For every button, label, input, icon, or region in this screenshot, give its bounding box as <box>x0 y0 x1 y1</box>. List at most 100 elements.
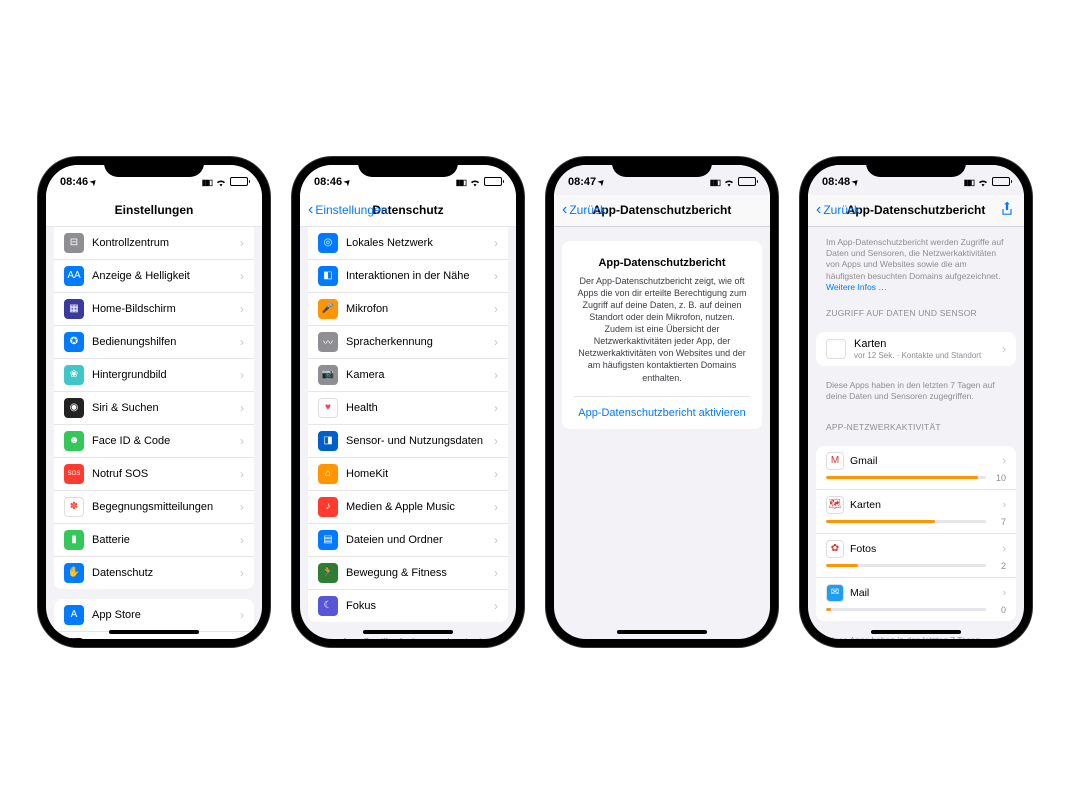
row-label: Bewegung & Fitness <box>346 567 494 579</box>
row-label: Notruf SOS <box>92 468 240 480</box>
settings-row[interactable]: SOS Notruf SOS › <box>54 458 254 491</box>
section-header: APP-NETZWERKAKTIVITÄT <box>816 412 1016 436</box>
location-icon <box>344 176 352 188</box>
home-indicator[interactable] <box>109 630 199 634</box>
share-button[interactable] <box>1000 201 1014 220</box>
signal-icon <box>202 176 212 188</box>
app-icon: ◨ <box>318 431 338 451</box>
chevron-right-icon: › <box>494 368 498 382</box>
chevron-right-icon: › <box>240 302 244 316</box>
row-label: Health <box>346 402 494 414</box>
activity-row[interactable]: ✉ Mail › 0 <box>816 578 1016 621</box>
settings-row[interactable]: 🏃 Bewegung & Fitness › <box>308 557 508 590</box>
back-button[interactable]: ‹Zurück <box>816 202 860 218</box>
back-button[interactable]: ‹Einstellungen <box>308 202 387 218</box>
activity-row[interactable]: ✿ Fotos › 2 <box>816 534 1016 578</box>
chevron-right-icon: › <box>240 467 244 481</box>
settings-row[interactable]: 🎤 Mikrofon › <box>308 293 508 326</box>
settings-row[interactable]: ◧ Interaktionen in der Nähe › <box>308 260 508 293</box>
settings-row[interactable]: ◨ Sensor- und Nutzungsdaten › <box>308 425 508 458</box>
app-icon: ♪ <box>318 497 338 517</box>
settings-row[interactable]: ▤ Dateien und Ordner › <box>308 524 508 557</box>
app-icon: ◎ <box>318 233 338 253</box>
activity-row[interactable]: M Gmail › 10 <box>816 446 1016 490</box>
settings-row[interactable]: ⊟ Kontrollzentrum › <box>54 227 254 260</box>
settings-row[interactable]: ◉ Siri & Suchen › <box>54 392 254 425</box>
activate-link[interactable]: App-Datenschutzbericht aktivieren <box>574 396 750 419</box>
status-time: 08:46 <box>60 176 88 188</box>
status-time: 08:46 <box>314 176 342 188</box>
app-icon: ▮ <box>64 530 84 550</box>
settings-row[interactable]: ✽ Begegnungsmitteilungen › <box>54 491 254 524</box>
settings-row[interactable]: ⌂ HomeKit › <box>308 458 508 491</box>
settings-row[interactable]: 📷 Kamera › <box>308 359 508 392</box>
home-indicator[interactable] <box>363 630 453 634</box>
location-icon <box>598 176 606 188</box>
battery-icon <box>484 177 502 186</box>
more-link[interactable]: Weitere Infos … <box>826 282 887 292</box>
chevron-right-icon: › <box>494 599 498 613</box>
notch <box>104 157 204 177</box>
chevron-right-icon: › <box>240 533 244 547</box>
chevron-right-icon: › <box>1002 499 1006 511</box>
settings-row[interactable]: ♪ Medien & Apple Music › <box>308 491 508 524</box>
data-access-row[interactable]: 🗺 Karten vor 12 Sek. · Kontakte und Stan… <box>816 332 1016 366</box>
settings-row[interactable]: ☻ Face ID & Code › <box>54 425 254 458</box>
app-icon: 〰 <box>318 332 338 352</box>
settings-row[interactable]: AA Anzeige & Helligkeit › <box>54 260 254 293</box>
row-label: Lokales Netzwerk <box>346 237 494 249</box>
settings-row[interactable]: ♥ Health › <box>308 392 508 425</box>
settings-row[interactable]: ✪ Bedienungshilfen › <box>54 326 254 359</box>
settings-row[interactable]: ✋ Datenschutz › <box>54 557 254 589</box>
chevron-right-icon: › <box>240 566 244 580</box>
nav-header: ‹Einstellungen Datenschutz <box>300 195 516 227</box>
notch <box>866 157 966 177</box>
app-icon: ▭ <box>64 638 84 639</box>
settings-row[interactable]: ◎ Lokales Netzwerk › <box>308 227 508 260</box>
app-icon: ▤ <box>318 530 338 550</box>
maps-icon: 🗺 <box>826 339 846 359</box>
settings-row[interactable]: A App Store › <box>54 599 254 632</box>
battery-icon <box>738 177 756 186</box>
app-icon: ☻ <box>64 431 84 451</box>
wifi-icon <box>977 177 989 187</box>
settings-row[interactable]: ❀ Hintergrundbild › <box>54 359 254 392</box>
home-indicator[interactable] <box>617 630 707 634</box>
row-label: Spracherkennung <box>346 336 494 348</box>
notch <box>612 157 712 177</box>
activity-label: Fotos <box>850 543 1002 555</box>
nav-header: ‹Zurück App-Datenschutzbericht <box>808 195 1024 227</box>
chevron-left-icon: ‹ <box>816 202 821 218</box>
location-icon <box>852 176 860 188</box>
chevron-right-icon: › <box>494 467 498 481</box>
back-button[interactable]: ‹Zurück <box>562 202 606 218</box>
app-icon: ◉ <box>64 398 84 418</box>
activity-row[interactable]: 🗺 Karten › 7 <box>816 490 1016 534</box>
status-time: 08:48 <box>822 176 850 188</box>
activity-label: Mail <box>850 587 1002 599</box>
section-footer: Diese Apps haben in den letzten 7 Tagen … <box>816 376 1016 412</box>
settings-row[interactable]: ▦ Home-Bildschirm › <box>54 293 254 326</box>
wifi-icon <box>469 177 481 187</box>
settings-row[interactable]: 〰 Spracherkennung › <box>308 326 508 359</box>
app-icon: M <box>826 452 844 470</box>
row-label: Mikrofon <box>346 303 494 315</box>
home-indicator[interactable] <box>871 630 961 634</box>
app-icon: ▦ <box>64 299 84 319</box>
row-label: Datenschutz <box>92 567 240 579</box>
row-label: Face ID & Code <box>92 435 240 447</box>
row-label: Fokus <box>346 600 494 612</box>
status-time: 08:47 <box>568 176 596 188</box>
battery-icon <box>230 177 248 186</box>
chevron-right-icon: › <box>1002 587 1006 599</box>
activity-label: Gmail <box>850 455 1002 467</box>
page-title: App-Datenschutzbericht <box>847 203 986 217</box>
activity-count: 10 <box>992 473 1006 483</box>
chevron-right-icon: › <box>1002 455 1006 467</box>
wifi-icon <box>723 177 735 187</box>
share-icon <box>1000 201 1014 217</box>
settings-row[interactable]: ☾ Fokus › <box>308 590 508 622</box>
intro-card: App-Datenschutzbericht Der App-Datenschu… <box>562 241 762 429</box>
section-header: ZUGRIFF AUF DATEN UND SENSOR <box>816 298 1016 322</box>
settings-row[interactable]: ▮ Batterie › <box>54 524 254 557</box>
